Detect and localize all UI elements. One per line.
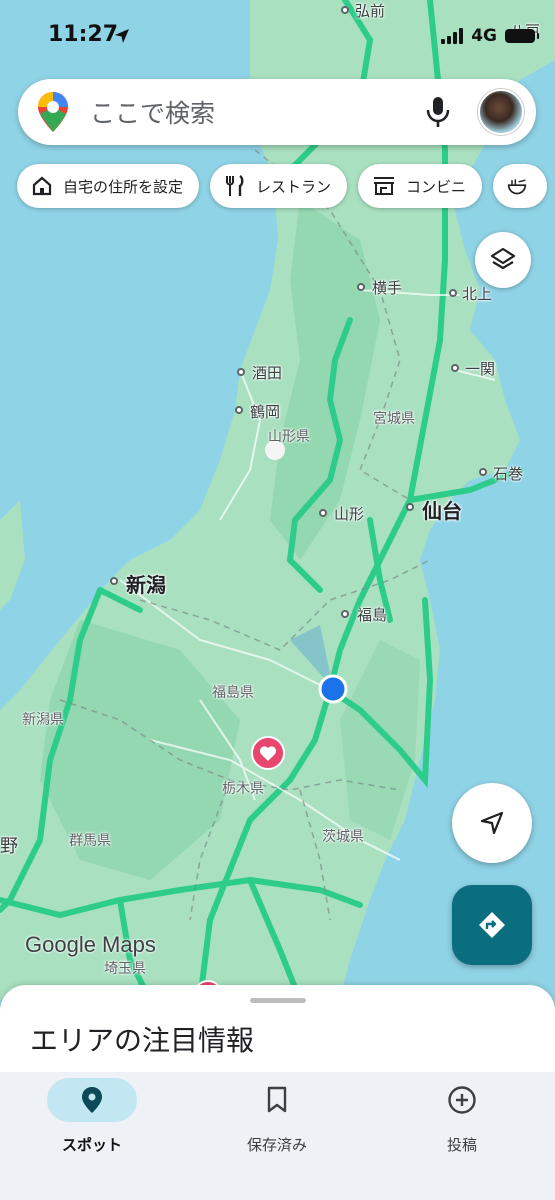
navigation-arrow-icon bbox=[480, 811, 504, 835]
avatar[interactable] bbox=[478, 89, 524, 135]
city-label-sakata[interactable]: 酒田 bbox=[252, 362, 282, 383]
restaurant-icon bbox=[226, 175, 244, 196]
status-time: 11:27 bbox=[48, 22, 119, 47]
city-label-ishinomaki[interactable]: 石巻 bbox=[493, 463, 523, 484]
nav-tab-explore[interactable]: スポット bbox=[22, 1078, 162, 1155]
microphone-icon[interactable] bbox=[424, 95, 452, 129]
pref-label-fukushima[interactable]: 福島県 bbox=[212, 682, 254, 702]
city-dot bbox=[449, 289, 457, 297]
my-location-button[interactable] bbox=[452, 783, 532, 863]
city-dot bbox=[110, 577, 118, 585]
pref-label-miyagi[interactable]: 宮城県 bbox=[373, 408, 415, 428]
nav-icon-pill bbox=[47, 1078, 137, 1122]
ramen-icon bbox=[507, 179, 527, 195]
chip-home[interactable]: 自宅の住所を設定 bbox=[17, 164, 200, 208]
city-label-tsuruoka[interactable]: 鶴岡 bbox=[250, 401, 280, 422]
network-type: 4G bbox=[471, 26, 497, 46]
city-dot bbox=[357, 283, 365, 291]
city-dot bbox=[479, 468, 487, 476]
category-chips: 自宅の住所を設定 レストラン コンビニ bbox=[17, 164, 548, 208]
add-circle-icon bbox=[448, 1086, 476, 1114]
chip-label: 自宅の住所を設定 bbox=[63, 177, 184, 196]
battery-icon bbox=[505, 29, 539, 43]
search-bar[interactable]: ここで検索 bbox=[18, 79, 536, 145]
chip-more[interactable] bbox=[493, 164, 548, 208]
directions-button[interactable] bbox=[452, 885, 532, 965]
chip-restaurant[interactable]: レストラン bbox=[210, 164, 348, 208]
map-label-partial: 野 bbox=[0, 836, 18, 857]
pref-label-tochigi[interactable]: 栃木県 bbox=[222, 778, 264, 798]
pref-label-gunma[interactable]: 群馬県 bbox=[69, 830, 111, 850]
nav-label: 保存済み bbox=[246, 1136, 307, 1154]
city-label-yokote[interactable]: 横手 bbox=[372, 277, 402, 298]
place-icon bbox=[82, 1087, 102, 1113]
chip-convenience[interactable]: コンビニ bbox=[358, 164, 483, 208]
nav-label: スポット bbox=[61, 1136, 122, 1154]
status-indicators: 4G bbox=[441, 26, 539, 46]
city-dot bbox=[235, 406, 243, 414]
city-label-ichinoseki[interactable]: 一関 bbox=[465, 358, 495, 379]
city-label-yamagata[interactable]: 山形 bbox=[334, 503, 364, 524]
bookmark-icon bbox=[267, 1086, 287, 1113]
layers-button[interactable] bbox=[475, 232, 531, 288]
pref-label-ibaraki[interactable]: 茨城県 bbox=[322, 826, 364, 846]
sheet-title: エリアの注目情報 bbox=[30, 1024, 255, 1057]
city-label-fukushima[interactable]: 福島 bbox=[357, 604, 387, 625]
bottom-navigation: スポット 保存済み 投稿 bbox=[0, 1072, 555, 1200]
home-icon bbox=[32, 176, 52, 196]
nav-icon-pill bbox=[232, 1078, 322, 1122]
city-dot bbox=[319, 509, 327, 517]
city-label-sendai[interactable]: 仙台 bbox=[422, 495, 462, 524]
nav-label: 投稿 bbox=[446, 1136, 477, 1154]
chip-label: レストラン bbox=[256, 177, 332, 196]
city-dot bbox=[406, 503, 414, 511]
city-dot bbox=[451, 364, 459, 372]
google-maps-logo: Google Maps bbox=[25, 932, 156, 957]
sheet-drag-handle[interactable] bbox=[250, 998, 306, 1003]
chip-label: コンビニ bbox=[406, 177, 467, 196]
status-bar: 11:27 4G bbox=[0, 0, 555, 72]
location-arrow-icon bbox=[115, 29, 129, 43]
store-icon bbox=[374, 177, 395, 195]
pref-label-saitama[interactable]: 埼玉県 bbox=[104, 958, 146, 978]
city-label-kitakami[interactable]: 北上 bbox=[462, 283, 492, 304]
city-label-niigata[interactable]: 新潟 bbox=[126, 569, 166, 598]
layers-icon bbox=[490, 247, 516, 270]
bottom-sheet[interactable]: エリアの注目情報 bbox=[0, 985, 555, 1085]
search-input[interactable]: ここで検索 bbox=[90, 94, 424, 130]
city-dot bbox=[341, 610, 349, 618]
nav-tab-contribute[interactable]: 投稿 bbox=[392, 1078, 532, 1155]
pref-label-yamagata[interactable]: 山形県 bbox=[268, 426, 310, 446]
nav-tab-saved[interactable]: 保存済み bbox=[207, 1078, 347, 1155]
signal-icon bbox=[441, 28, 464, 44]
nav-icon-pill bbox=[417, 1078, 507, 1122]
google-maps-pin-icon bbox=[38, 92, 68, 132]
pref-label-niigata[interactable]: 新潟県 bbox=[22, 709, 64, 729]
city-dot bbox=[237, 368, 245, 376]
directions-icon bbox=[479, 912, 505, 938]
